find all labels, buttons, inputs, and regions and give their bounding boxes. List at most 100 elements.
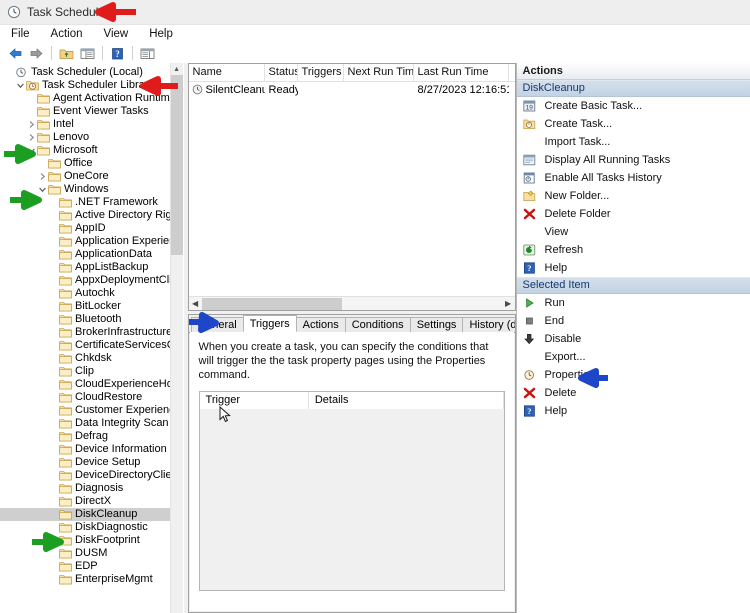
action-create-basic-task[interactable]: 19 Create Basic Task... bbox=[517, 97, 750, 115]
tree-item[interactable]: Intel bbox=[0, 118, 171, 131]
tree-item[interactable]: Task Scheduler (Local) bbox=[0, 66, 171, 79]
action-delete-folder[interactable]: Delete Folder bbox=[517, 205, 750, 223]
tab-conditions[interactable]: Conditions bbox=[344, 317, 411, 332]
task-column-header[interactable]: Last Run Time bbox=[414, 64, 509, 81]
tree-item[interactable]: Data Integrity Scan bbox=[0, 417, 171, 430]
action-run[interactable]: Run bbox=[517, 294, 750, 312]
tree-item[interactable]: DiskCleanup bbox=[0, 508, 171, 521]
tree-item[interactable]: EnterpriseMgmt bbox=[0, 573, 171, 586]
tree-item[interactable]: CloudRestore bbox=[0, 391, 171, 404]
hscroll-track[interactable] bbox=[201, 297, 502, 310]
trigger-column-header[interactable]: Details bbox=[309, 392, 504, 409]
tree-item[interactable]: Autochk bbox=[0, 287, 171, 300]
hscroll-thumb[interactable] bbox=[201, 297, 342, 310]
tree-item[interactable]: Active Directory Rigl bbox=[0, 209, 171, 222]
action-help-selected[interactable]: ? Help bbox=[517, 402, 750, 420]
tree-item[interactable]: Chkdsk bbox=[0, 352, 171, 365]
tree-item[interactable]: BrokerInfrastructure bbox=[0, 326, 171, 339]
tab-triggers[interactable]: Triggers bbox=[242, 315, 297, 332]
tab-settings[interactable]: Settings bbox=[409, 317, 464, 332]
tree-item[interactable]: AppListBackup bbox=[0, 261, 171, 274]
tree-item[interactable]: ApplicationData bbox=[0, 248, 171, 261]
tree-item[interactable]: Windows bbox=[0, 183, 171, 196]
action-create-task[interactable]: Create Task... bbox=[517, 115, 750, 133]
help-icon[interactable]: ? bbox=[108, 44, 127, 62]
tree-item[interactable]: Office bbox=[0, 157, 171, 170]
tree-item[interactable]: DiskDiagnostic bbox=[0, 521, 171, 534]
tree-item[interactable]: DUSM bbox=[0, 547, 171, 560]
scroll-right-icon[interactable]: ▶ bbox=[502, 298, 515, 310]
tab-actions[interactable]: Actions bbox=[295, 317, 346, 332]
show-hide-tree-icon[interactable] bbox=[78, 44, 97, 62]
show-action-pane-icon[interactable] bbox=[138, 44, 157, 62]
tree-item[interactable]: Event Viewer Tasks bbox=[0, 105, 171, 118]
forward-arrow-icon[interactable] bbox=[27, 44, 46, 62]
action-end[interactable]: End bbox=[517, 312, 750, 330]
task-list-hscrollbar[interactable]: ◀ ▶ bbox=[188, 296, 515, 310]
tree-item[interactable]: CertificateServicesCl bbox=[0, 339, 171, 352]
chevron-down-icon[interactable] bbox=[26, 146, 37, 155]
action-view[interactable]: View bbox=[517, 223, 750, 241]
tree-item[interactable]: Microsoft bbox=[0, 144, 171, 157]
action-import-task[interactable]: Import Task... bbox=[517, 133, 750, 151]
task-column-header[interactable]: Status bbox=[265, 64, 298, 81]
task-column-header[interactable]: Next Run Time bbox=[344, 64, 414, 81]
tree-item[interactable]: AppID bbox=[0, 222, 171, 235]
action-display-all-running-tasks[interactable]: Display All Running Tasks bbox=[517, 151, 750, 169]
trigger-table[interactable]: Trigger Details bbox=[198, 391, 505, 591]
tree-item-label: DiskFootprint bbox=[75, 534, 140, 546]
action-enable-all-tasks-history[interactable]: Enable All Tasks History bbox=[517, 169, 750, 187]
menu-action[interactable]: Action bbox=[48, 27, 86, 41]
task-list-rows: SilentCleanupReady 8/27/2023 12:16:51 PM bbox=[189, 82, 515, 97]
tree-item[interactable]: EDP bbox=[0, 560, 171, 573]
tree-item[interactable]: DeviceDirectoryClien bbox=[0, 469, 171, 482]
tree-item[interactable]: Defrag bbox=[0, 430, 171, 443]
tree-item[interactable]: Task Scheduler Library bbox=[0, 79, 171, 92]
tree-scroll-thumb[interactable] bbox=[170, 75, 183, 255]
chevron-right-icon[interactable] bbox=[26, 120, 37, 129]
tree-item[interactable]: Clip bbox=[0, 365, 171, 378]
action-new-folder[interactable]: New Folder... bbox=[517, 187, 750, 205]
tree-item[interactable]: Application Experien bbox=[0, 235, 171, 248]
menu-view[interactable]: View bbox=[101, 27, 132, 41]
action-refresh[interactable]: Refresh bbox=[517, 241, 750, 259]
tree-item[interactable]: Lenovo bbox=[0, 131, 171, 144]
tree-vertical-scrollbar[interactable]: ▲ bbox=[169, 63, 183, 613]
tree-item[interactable]: AppxDeploymentCli bbox=[0, 274, 171, 287]
trigger-column-header[interactable]: Trigger bbox=[200, 392, 309, 409]
tree-item[interactable]: Bluetooth bbox=[0, 313, 171, 326]
trigger-table-body[interactable] bbox=[199, 409, 504, 590]
task-row[interactable]: SilentCleanupReady 8/27/2023 12:16:51 PM bbox=[189, 82, 515, 97]
action-delete[interactable]: Delete bbox=[517, 384, 750, 402]
task-list[interactable]: Name Status Triggers Next Run Time Last Run … bbox=[187, 63, 516, 311]
action-disable[interactable]: Disable bbox=[517, 330, 750, 348]
tree-item[interactable]: OneCore bbox=[0, 170, 171, 183]
tab-general[interactable]: General bbox=[190, 317, 244, 332]
chevron-down-icon[interactable] bbox=[37, 185, 48, 194]
task-column-header[interactable]: Name bbox=[189, 64, 265, 81]
task-column-header[interactable]: Triggers bbox=[298, 64, 344, 81]
chevron-right-icon[interactable] bbox=[26, 133, 37, 142]
scroll-up-icon[interactable]: ▲ bbox=[170, 63, 183, 75]
back-arrow-icon[interactable] bbox=[6, 44, 25, 62]
tree-item[interactable]: Agent Activation Runtime bbox=[0, 92, 171, 105]
tab-history-disabled[interactable]: History (disabled) bbox=[462, 317, 515, 332]
tree-item[interactable]: Device Information bbox=[0, 443, 171, 456]
tree-item[interactable]: .NET Framework bbox=[0, 196, 171, 209]
tree-item[interactable]: BitLocker bbox=[0, 300, 171, 313]
tree-item[interactable]: DiskFootprint bbox=[0, 534, 171, 547]
tree-item[interactable]: CloudExperienceHos bbox=[0, 378, 171, 391]
scroll-left-icon[interactable]: ◀ bbox=[189, 298, 202, 310]
action-help[interactable]: ? Help bbox=[517, 259, 750, 277]
action-properties[interactable]: Properties bbox=[517, 366, 750, 384]
menu-help[interactable]: Help bbox=[146, 27, 176, 41]
menu-file[interactable]: File bbox=[8, 27, 33, 41]
tree-item[interactable]: Customer Experienc bbox=[0, 404, 171, 417]
action-export[interactable]: Export... bbox=[517, 348, 750, 366]
chevron-right-icon[interactable] bbox=[37, 172, 48, 181]
up-folder-icon[interactable] bbox=[57, 44, 76, 62]
tree-item[interactable]: DirectX bbox=[0, 495, 171, 508]
chevron-down-icon[interactable] bbox=[15, 81, 26, 90]
tree-item[interactable]: Device Setup bbox=[0, 456, 171, 469]
tree-item[interactable]: Diagnosis bbox=[0, 482, 171, 495]
